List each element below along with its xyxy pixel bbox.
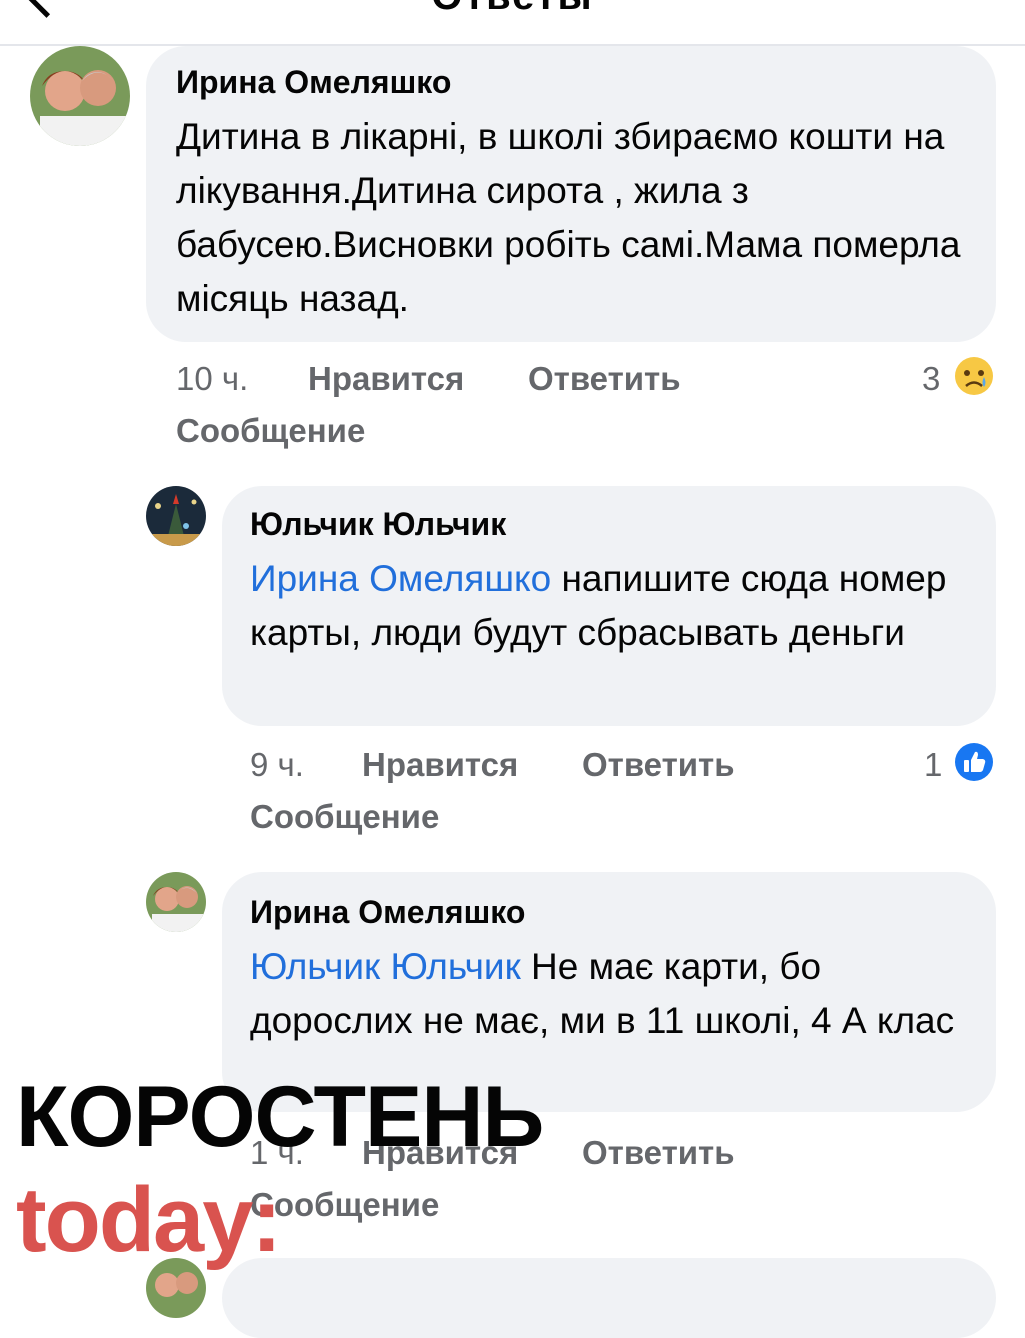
like-button[interactable]: Нравится (308, 360, 464, 398)
comment-author[interactable]: Ирина Омеляшко (176, 64, 451, 101)
comment-text: Юльчик Юльчик Не має карти, бо дорослих … (250, 940, 970, 1048)
comment-text: Дитина в лікарні, в школі збираємо кошти… (176, 116, 961, 319)
like-button[interactable]: Нравится (362, 746, 518, 784)
mention-link[interactable]: Юльчик Юльчик (250, 946, 521, 987)
comment-bubble: Ирина Омеляшко Дитина в лікарні, в школі… (146, 46, 996, 342)
reply-button[interactable]: Ответить (582, 746, 735, 784)
reply-button[interactable]: Ответить (582, 1134, 735, 1172)
comment-author[interactable]: Юльчик Юльчик (250, 506, 506, 543)
top-bar: Ответы (0, 0, 1025, 46)
like-emoji-icon[interactable] (954, 742, 994, 782)
page-title: Ответы (0, 0, 1025, 19)
avatar[interactable] (146, 872, 206, 932)
comment-time: 10 ч. (176, 360, 249, 397)
comment-text: Ирина Омеляшко напишите сюда номер карты… (250, 552, 970, 660)
comment-author[interactable]: Ирина Омеляшко (250, 894, 525, 931)
avatar[interactable] (146, 486, 206, 546)
mention-link[interactable]: Ирина Омеляшко (250, 558, 551, 599)
reaction-count[interactable]: 3 (922, 360, 940, 398)
avatar[interactable] (30, 46, 130, 146)
reply-button[interactable]: Ответить (528, 360, 681, 398)
message-button[interactable]: Сообщение (250, 798, 439, 836)
message-button[interactable]: Сообщение (176, 412, 365, 450)
brand-watermark-title: КОРОСТЕНЬ (16, 1069, 544, 1165)
comment-bubble (222, 1258, 996, 1338)
comment-bubble: Юльчик Юльчик Ирина Омеляшко напишите сю… (222, 486, 996, 726)
reaction-count[interactable]: 1 (924, 746, 942, 784)
comment-time: 9 ч. (250, 746, 304, 783)
sad-emoji-icon[interactable] (954, 356, 994, 396)
brand-watermark-subtitle: today: (16, 1169, 282, 1271)
